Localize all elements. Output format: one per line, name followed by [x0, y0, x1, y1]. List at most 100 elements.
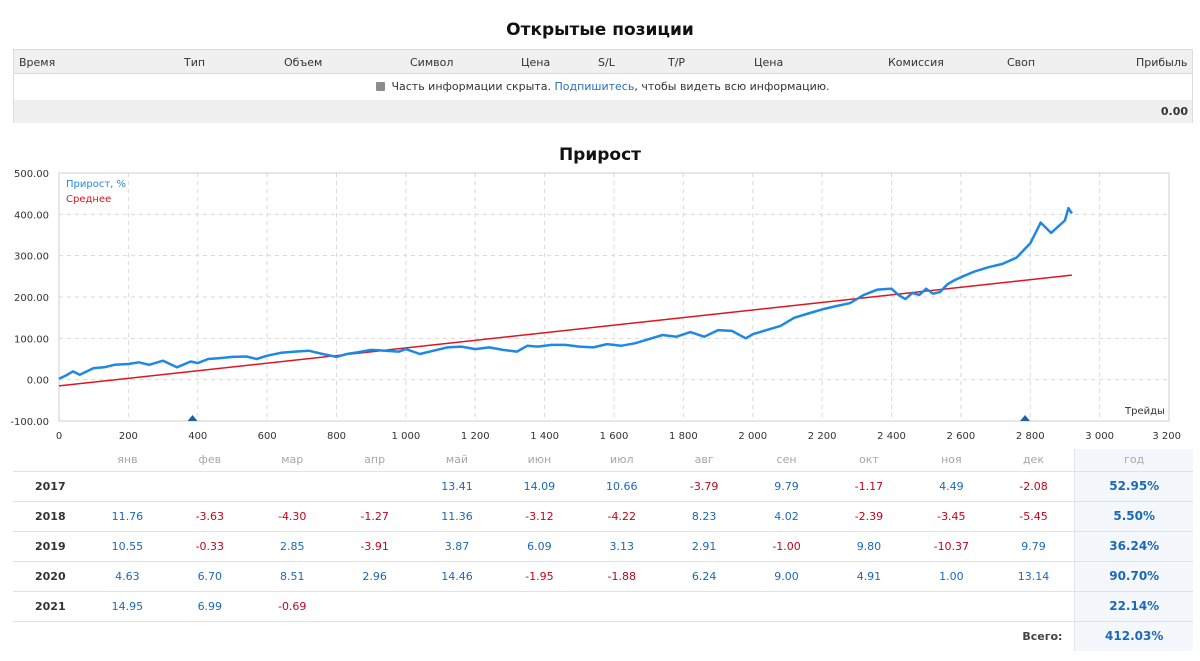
col-profit[interactable]: Прибыль: [1136, 56, 1187, 69]
month-header: ноя: [941, 453, 962, 467]
month-value: 4.49: [910, 470, 993, 501]
notice-text: Часть информации скрыта.: [391, 80, 551, 93]
y-tick-label: 400.00: [14, 210, 49, 221]
x-tick-label: 2 800: [1016, 431, 1045, 442]
year-row: 2019 10.55 -0.33 2.85 -3.91 3.87 6.09 3.13 2.91-…: [13, 530, 1193, 561]
month-value: -2.39: [827, 500, 911, 531]
month-value: -0.33: [168, 530, 252, 561]
year-label: 2017: [13, 470, 87, 501]
col-swap[interactable]: Своп: [1007, 56, 1035, 69]
month-value: -3.63: [168, 500, 252, 531]
col-sl[interactable]: S/L: [598, 56, 615, 69]
x-tick-label: 200: [119, 431, 138, 442]
y-tick-label: -100.00: [10, 417, 49, 428]
year-total: 90.70%: [1074, 560, 1193, 591]
month-value: 3.87: [415, 530, 499, 561]
month-value: [415, 590, 499, 621]
month-value: -3.91: [333, 530, 416, 561]
x-tick-label: 1 400: [530, 431, 559, 442]
month-header: фев: [198, 453, 222, 467]
month-value: [168, 470, 252, 501]
x-tick-label: 2 000: [738, 431, 767, 442]
year-row: 2021 14.95 6.99 -0.69 22.14%: [13, 590, 1193, 621]
grand-total-label: Всего:: [13, 620, 1075, 651]
month-value: 6.99: [168, 590, 252, 621]
growth-chart: 500.00 400.00 300.00 200.00 100.00 0.00 -100.0…: [10, 169, 1181, 442]
month-value: [992, 590, 1075, 621]
months-header: янв фев мар апр май июн июл авг сен окт ноя дек год: [13, 449, 1193, 471]
month-value: 9.80: [827, 530, 911, 561]
month-header: сен: [776, 453, 797, 467]
total-profit: 0.00: [1160, 105, 1188, 118]
col-type[interactable]: Тип: [184, 56, 205, 69]
legend-average: Среднее: [66, 194, 111, 205]
monthly-returns-table: янв фев мар апр май июн июл авг сен окт ноя дек год …: [13, 449, 1193, 651]
year-label: 2019: [13, 530, 87, 561]
col-volume[interactable]: Объем: [284, 56, 322, 69]
month-value: 14.95: [86, 590, 169, 621]
col-price-open[interactable]: Цена: [521, 56, 550, 69]
col-commission[interactable]: Комиссия: [888, 56, 944, 69]
col-time[interactable]: Время: [19, 56, 55, 69]
subscribe-link[interactable]: Подпишитесь: [554, 80, 634, 93]
month-value: -1.00: [745, 530, 828, 561]
x-tick-label: 1 600: [600, 431, 629, 442]
y-tick-label: 0.00: [27, 376, 49, 387]
month-value: 10.66: [580, 470, 663, 501]
x-tick-label: 400: [188, 431, 207, 442]
x-axis-ticks: 0 200 400 600 800 1 000 1 200 1 400 1 600 1 800 2 …: [56, 431, 1181, 442]
year-row: 2020 4.63 6.70 8.51 2.96 14.46 -1.95 -1.88 6.24 9…: [13, 560, 1193, 591]
month-value: [662, 590, 746, 621]
x-tick-label: 1 200: [461, 431, 490, 442]
month-value: [580, 590, 663, 621]
month-value: -5.45: [992, 500, 1075, 531]
year-row: 2017 13.41 14.09 10.66 -3.79 9.79 -1.17 4.49 -2.…: [13, 470, 1193, 501]
open-positions-table: Время Тип Объем Символ Цена S/L T/P Цена…: [13, 49, 1193, 123]
month-value: -1.88: [580, 560, 663, 591]
y-axis-ticks: 500.00 400.00 300.00 200.00 100.00 0.00 -100.0…: [10, 169, 49, 428]
x-tick-label: 2 600: [947, 431, 976, 442]
year-total: 52.95%: [1074, 470, 1193, 501]
year-total-header: год: [1074, 449, 1193, 471]
x-tick-label: 3 200: [1152, 431, 1181, 442]
month-header: дек: [1022, 453, 1044, 467]
col-price-current[interactable]: Цена: [754, 56, 783, 69]
year-row: 2018 11.76 -3.63 -4.30 -1.27 11.36 -3.12 -4.22 8…: [13, 500, 1193, 531]
month-value: 1.00: [910, 560, 993, 591]
month-value: -1.17: [827, 470, 911, 501]
month-value: [827, 590, 911, 621]
month-header: май: [445, 453, 469, 467]
month-value: -4.30: [251, 500, 334, 531]
x-tick-label: 2 200: [808, 431, 837, 442]
x-tick-label: 800: [327, 431, 346, 442]
month-value: 6.24: [662, 560, 746, 591]
month-value: 13.14: [992, 560, 1075, 591]
month-value: -3.45: [910, 500, 993, 531]
month-value: 2.85: [251, 530, 334, 561]
month-value: 4.63: [86, 560, 169, 591]
month-value: 9.00: [745, 560, 828, 591]
y-tick-label: 500.00: [14, 169, 49, 180]
growth-title: Прирост: [558, 145, 642, 165]
month-value: 2.96: [333, 560, 416, 591]
month-header: июн: [527, 453, 552, 467]
year-total: 5.50%: [1074, 500, 1193, 531]
col-tp[interactable]: T/P: [668, 56, 685, 69]
x-tick-label: 2 400: [877, 431, 906, 442]
month-header: июл: [610, 453, 634, 467]
year-total: 36.24%: [1074, 530, 1193, 561]
month-value: 8.51: [251, 560, 334, 591]
grand-total-value: 412.03%: [1074, 620, 1193, 651]
y-tick-label: 100.00: [14, 334, 49, 345]
col-symbol[interactable]: Символ: [410, 56, 453, 69]
month-value: 14.46: [415, 560, 499, 591]
legend-growth: Прирост, %: [66, 179, 126, 190]
month-value: 11.76: [86, 500, 169, 531]
month-value: 13.41: [415, 470, 499, 501]
notice-text-after: , чтобы видеть всю информацию.: [634, 80, 830, 93]
month-header: мар: [281, 453, 304, 467]
year-header-empty: [13, 449, 86, 471]
y-tick-label: 200.00: [14, 293, 49, 304]
month-value: [333, 590, 416, 621]
lock-icon: [376, 82, 386, 91]
